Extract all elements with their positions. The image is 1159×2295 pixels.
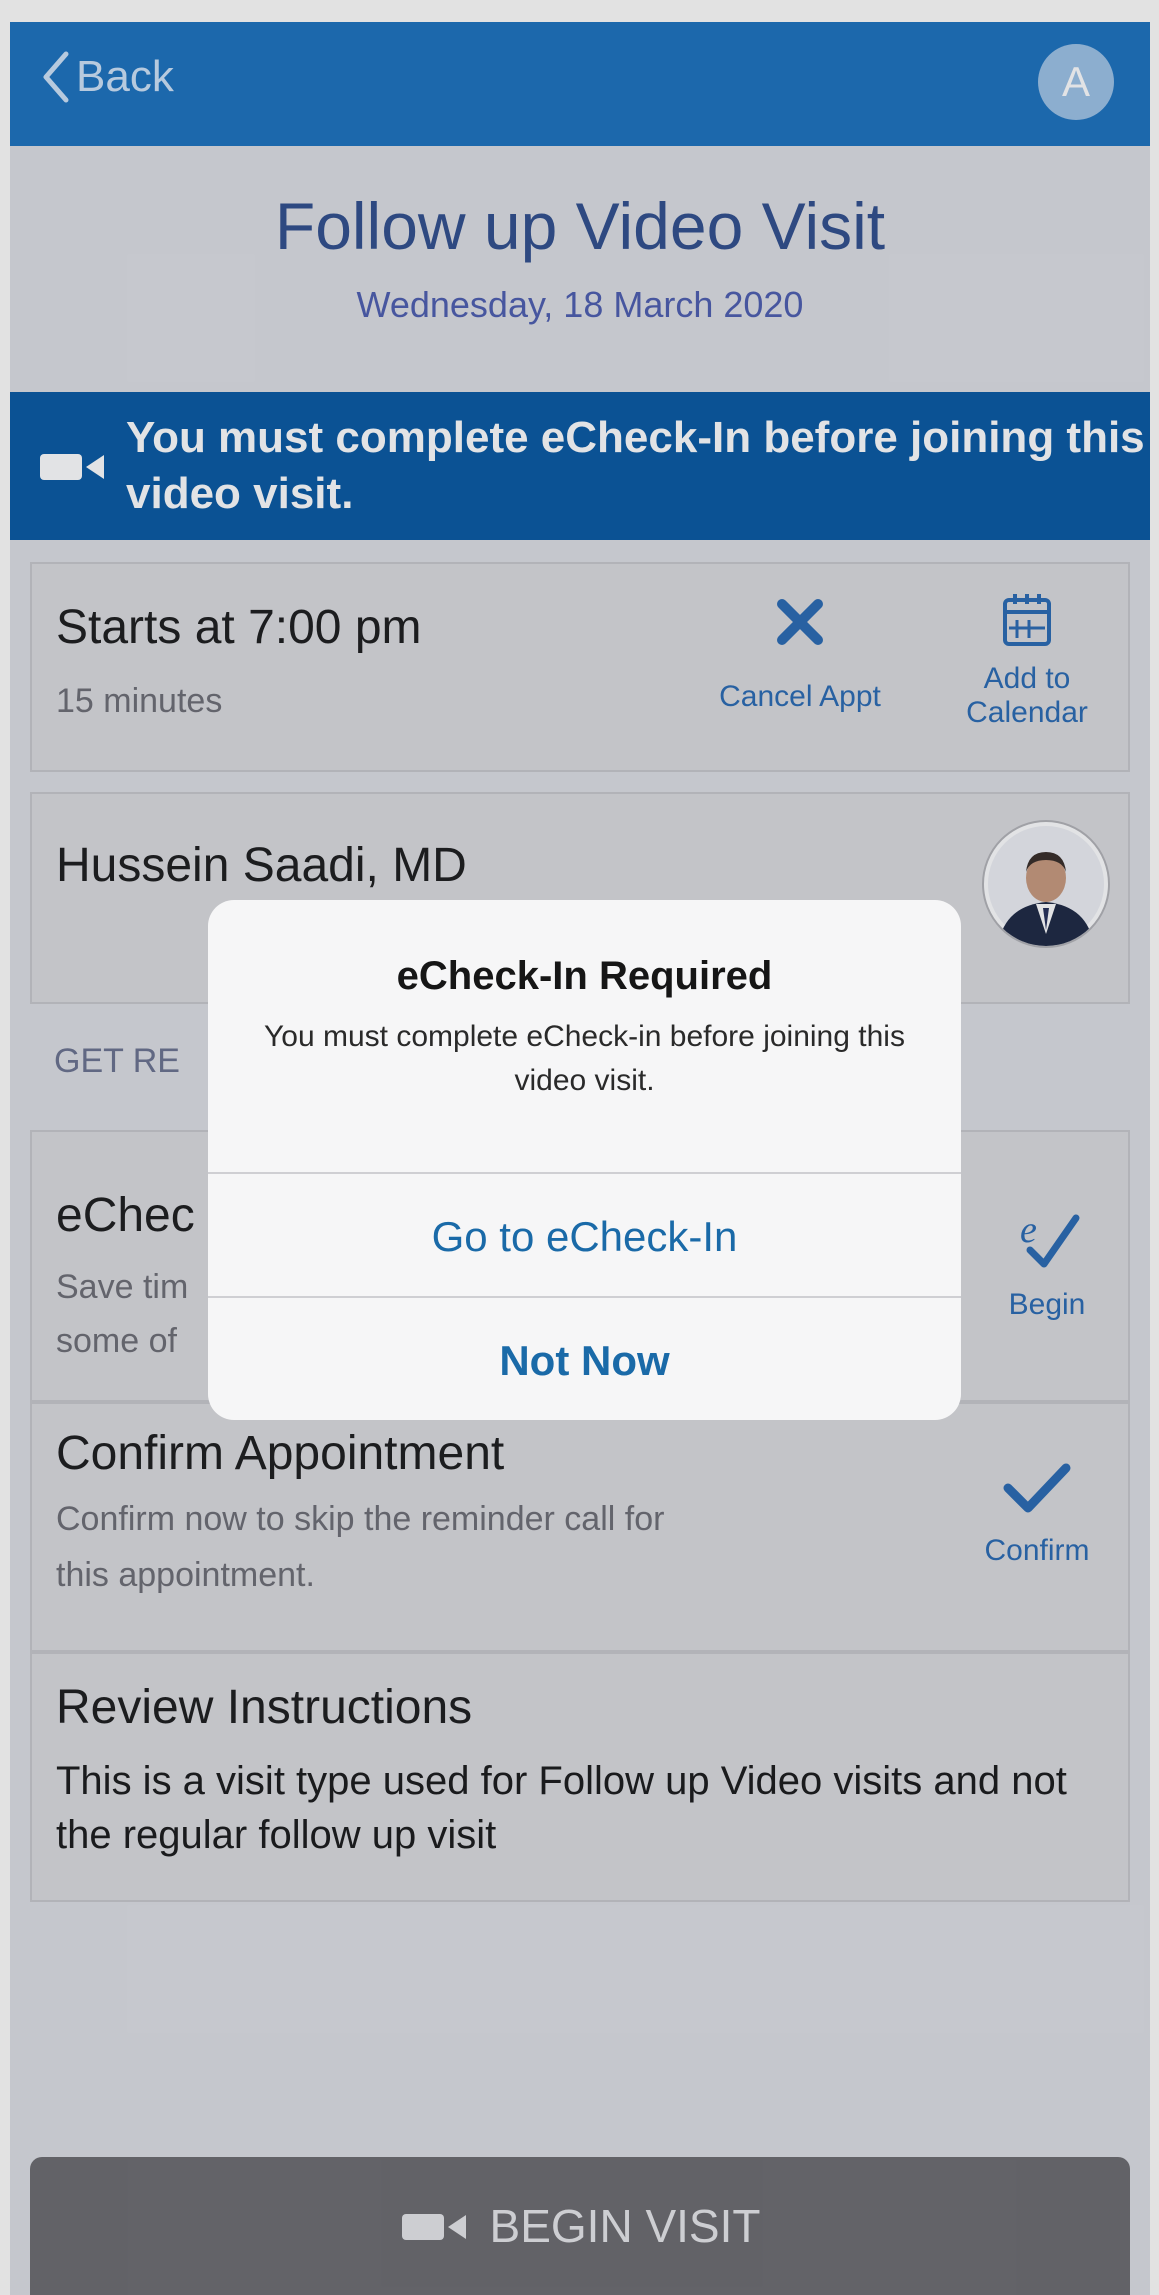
not-now-button[interactable]: Not Now bbox=[208, 1296, 961, 1420]
app-screen: Back A Follow up Video Visit Wednesday, … bbox=[10, 22, 1150, 2295]
echeckin-required-dialog: eCheck-In Required You must complete eCh… bbox=[208, 900, 961, 1420]
go-to-echeckin-button[interactable]: Go to eCheck-In bbox=[208, 1172, 961, 1299]
dialog-title: eCheck-In Required bbox=[396, 954, 773, 998]
dialog-message: You must complete eCheck-in before joini… bbox=[264, 1020, 905, 1097]
